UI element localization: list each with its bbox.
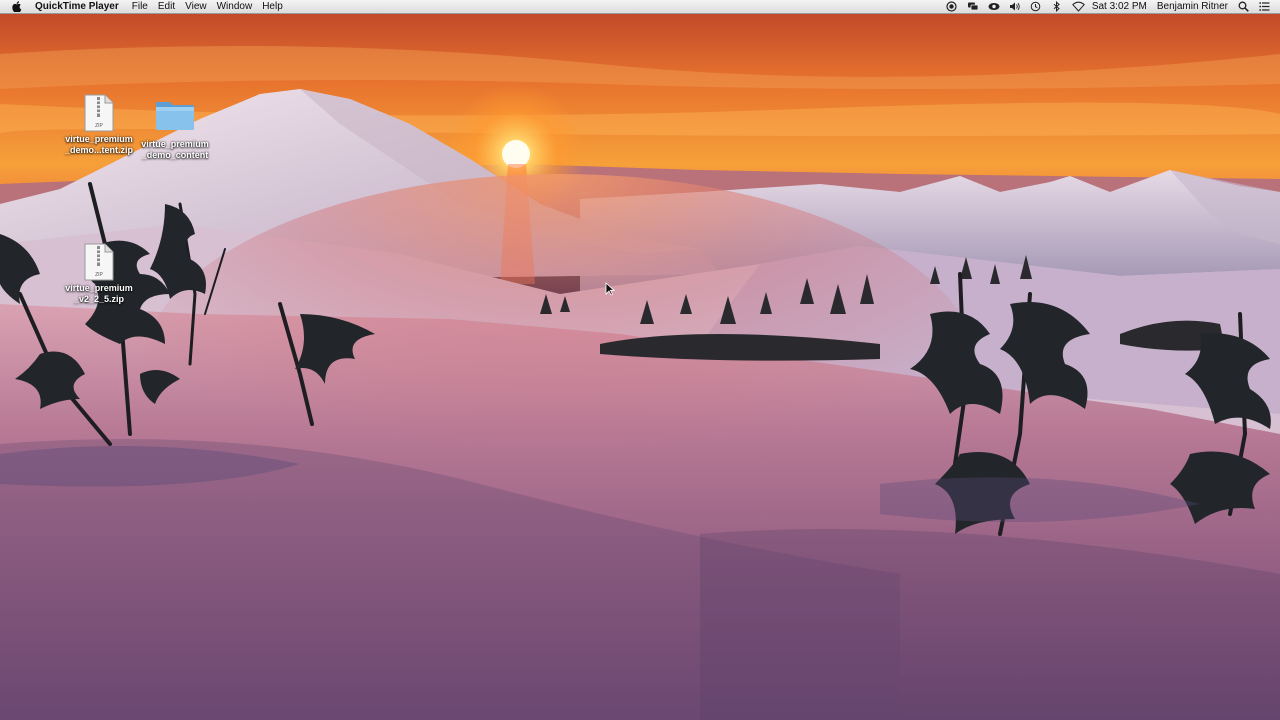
app-menu-quicktime[interactable]: QuickTime Player: [35, 0, 119, 14]
record-icon[interactable]: [946, 1, 957, 12]
menu-bar-right: Sat 3:02 PM Benjamin Ritner: [941, 0, 1280, 14]
desktop[interactable]: ZIP virtue_premium _demo...tent.zip virt…: [0, 14, 1280, 720]
menu-edit[interactable]: Edit: [158, 0, 175, 14]
zip-file-icon: ZIP: [84, 243, 114, 281]
desktop-icon-zip-demo-content[interactable]: ZIP virtue_premium _demo...tent.zip: [59, 94, 139, 156]
desktop-icon-label: virtue_premium _v2_2_5.zip: [65, 283, 133, 304]
desktop-icon-label: virtue_premium _demo...tent.zip: [64, 134, 133, 155]
desktop-icon-label: virtue_premium _demo_content: [141, 139, 209, 160]
menu-file[interactable]: File: [132, 0, 148, 14]
menu-bar: QuickTime Player File Edit View Window H…: [0, 0, 1280, 14]
zip-file-icon: ZIP: [84, 94, 114, 132]
messages-icon[interactable]: [967, 1, 979, 12]
mouse-cursor-icon: [605, 282, 615, 296]
spotlight-search-icon[interactable]: [1238, 1, 1249, 12]
desktop-icon-folder-demo-content[interactable]: virtue_premium _demo_content: [135, 98, 215, 161]
eye-icon[interactable]: [988, 1, 1000, 12]
svg-text:ZIP: ZIP: [95, 123, 103, 129]
svg-text:ZIP: ZIP: [95, 272, 103, 278]
time-machine-icon[interactable]: [1030, 1, 1041, 12]
menu-clock[interactable]: Sat 3:02 PM: [1092, 0, 1147, 14]
apple-menu-icon[interactable]: [12, 1, 22, 13]
volume-icon[interactable]: [1009, 1, 1020, 12]
user-menu[interactable]: Benjamin Ritner: [1157, 0, 1228, 14]
desktop-icon-zip-v2-2-5[interactable]: ZIP virtue_premium _v2_2_5.zip: [59, 243, 139, 305]
menu-help[interactable]: Help: [262, 0, 283, 14]
menu-view[interactable]: View: [185, 0, 207, 14]
bluetooth-icon[interactable]: [1051, 1, 1062, 12]
menu-bar-left: QuickTime Player File Edit View Window H…: [0, 0, 288, 14]
wifi-icon[interactable]: [1071, 1, 1085, 12]
menu-window[interactable]: Window: [217, 0, 253, 14]
notification-center-icon[interactable]: [1259, 1, 1270, 12]
folder-icon: [154, 98, 196, 137]
